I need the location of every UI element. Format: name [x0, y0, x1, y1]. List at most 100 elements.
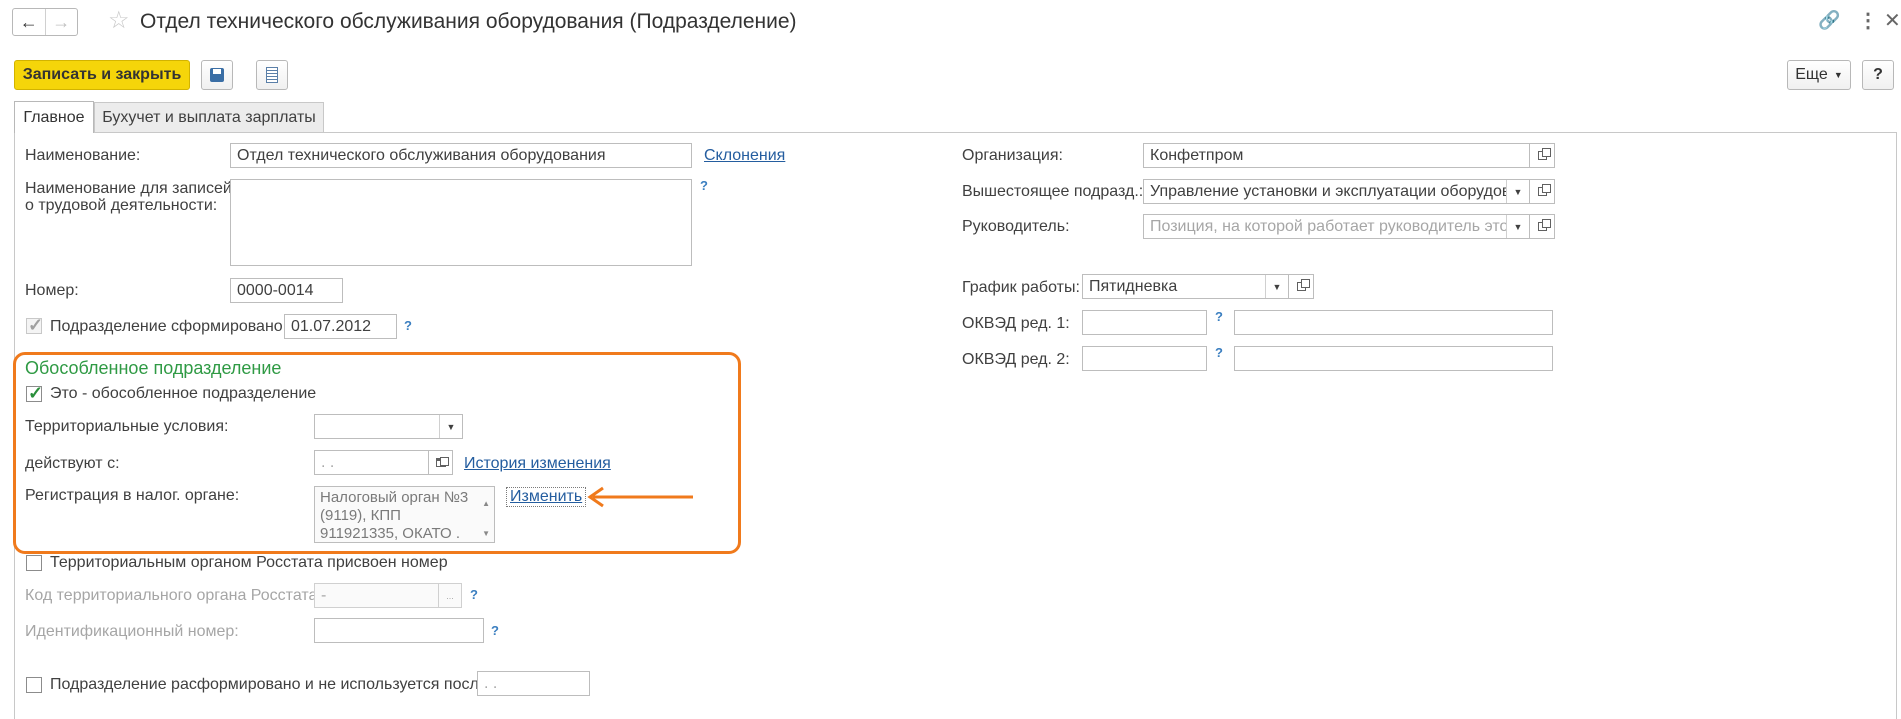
rosstat-assigned-checkbox[interactable] — [26, 555, 42, 571]
forward-arrow-icon[interactable]: → — [46, 9, 78, 35]
head-placeholder: Позиция, на которой работает руководител… — [1150, 218, 1522, 235]
print-document-button[interactable] — [256, 60, 288, 90]
ellipsis-icon: ... — [438, 584, 461, 607]
chevron-down-icon[interactable]: ▼ — [1506, 180, 1529, 203]
nav-buttons: ← → — [12, 8, 78, 36]
parent-unit-select[interactable]: Управление установки и эксплуатации обор… — [1143, 179, 1530, 204]
rosstat-code-label: Код территориального органа Росстата: — [25, 587, 322, 604]
tax-registration-field[interactable]: Налоговый орган №3 (9119), КПП 911921335… — [314, 486, 495, 543]
name-label: Наименование: — [25, 147, 141, 164]
disbanded-date-input[interactable]: . . — [477, 671, 590, 696]
tax-registration-line-2: (9119), КПП — [320, 507, 401, 524]
help-button[interactable]: ? — [1862, 60, 1894, 90]
organization-label: Организация: — [962, 147, 1063, 164]
formed-help-icon[interactable]: ? — [404, 318, 412, 333]
chevron-down-icon[interactable]: ▼ — [1265, 275, 1288, 298]
parent-unit-value: Управление установки и эксплуатации обор… — [1150, 183, 1530, 200]
organization-open-button[interactable] — [1530, 143, 1555, 168]
okved1-name-input[interactable] — [1234, 310, 1553, 335]
scroll-down-icon[interactable]: ▼ — [482, 525, 490, 542]
okved1-code-input[interactable] — [1082, 310, 1207, 335]
close-icon[interactable]: ✕ — [1884, 8, 1901, 33]
disbanded-label: Подразделение расформировано и не исполь… — [50, 676, 488, 693]
calendar-button[interactable] — [428, 450, 453, 475]
tab-main[interactable]: Главное — [14, 101, 94, 133]
is-separate-label: Это - обособленное подразделение — [50, 385, 317, 402]
tax-registration-label: Регистрация в налог. органе: — [25, 487, 240, 504]
arrow-left-icon — [587, 486, 693, 508]
open-window-icon — [1296, 279, 1310, 291]
tax-registration-line-1: Налоговый орган №3 — [320, 489, 469, 506]
identification-number-label: Идентификационный номер: — [25, 623, 239, 640]
number-input[interactable]: 0000-0014 — [230, 278, 343, 303]
more-label: Еще — [1795, 66, 1828, 83]
work-schedule-open-button[interactable] — [1289, 274, 1314, 299]
labor-name-label-line1: Наименование для записей — [25, 180, 232, 197]
name-input[interactable]: Отдел технического обслуживания оборудов… — [230, 143, 692, 168]
more-actions-icon[interactable]: ⋮ — [1858, 8, 1878, 33]
okved2-label: ОКВЭД ред. 2: — [962, 351, 1070, 368]
okved1-label: ОКВЭД ред. 1: — [962, 315, 1070, 332]
okved2-help-icon[interactable]: ? — [1215, 345, 1223, 360]
open-window-icon — [1537, 148, 1551, 160]
territorial-conditions-label: Территориальные условия: — [25, 418, 229, 435]
work-schedule-select[interactable]: Пятидневка ▼ — [1082, 274, 1289, 299]
open-window-icon — [1537, 219, 1551, 231]
chevron-down-icon[interactable]: ▼ — [1506, 215, 1529, 238]
rosstat-code-input: - ... — [314, 583, 462, 608]
back-arrow-icon[interactable]: ← — [13, 9, 46, 35]
valid-from-value: . . — [321, 454, 335, 471]
more-button[interactable]: Еще ▼ — [1787, 60, 1851, 90]
tax-registration-line-3: 911921335, ОКАТО . — [320, 525, 461, 542]
open-window-icon — [1537, 184, 1551, 196]
work-schedule-value: Пятидневка — [1089, 278, 1178, 295]
labor-name-help-icon[interactable]: ? — [700, 178, 708, 193]
okved1-help-icon[interactable]: ? — [1215, 309, 1223, 324]
calendar-icon — [435, 457, 449, 467]
work-schedule-label: График работы: — [962, 279, 1080, 296]
head-select[interactable]: Позиция, на которой работает руководител… — [1143, 214, 1530, 239]
history-link[interactable]: История изменения — [464, 455, 611, 473]
separate-subdivision-title: Обособленное подразделение — [25, 358, 282, 378]
link-icon[interactable]: 🔗 — [1818, 10, 1840, 31]
change-link[interactable]: Изменить — [506, 487, 587, 507]
favorite-star-icon[interactable]: ☆ — [108, 6, 130, 35]
number-label: Номер: — [25, 282, 79, 299]
is-separate-checkbox[interactable] — [26, 383, 43, 404]
tab-main-label: Главное — [23, 108, 85, 126]
identification-number-help-icon[interactable]: ? — [491, 623, 499, 638]
territorial-conditions-select[interactable]: ▼ — [314, 414, 463, 439]
declensions-link[interactable]: Склонения — [704, 147, 785, 165]
chevron-down-icon: ▼ — [1833, 70, 1843, 80]
organization-input[interactable]: Конфетпром — [1143, 143, 1530, 168]
labor-name-label-line2: о трудовой деятельности: — [25, 197, 218, 214]
save-button[interactable] — [201, 60, 233, 90]
save-and-close-label: Записать и закрыть — [22, 66, 182, 83]
head-open-button[interactable] — [1530, 214, 1555, 239]
head-label: Руководитель: — [962, 218, 1070, 235]
formed-date-input[interactable]: 01.07.2012 — [284, 314, 397, 339]
parent-unit-label: Вышестоящее подразд.: — [962, 183, 1144, 200]
okved2-code-input[interactable] — [1082, 346, 1207, 371]
parent-unit-open-button[interactable] — [1530, 179, 1555, 204]
disbanded-checkbox[interactable] — [26, 677, 42, 693]
window-title: Отдел технического обслуживания оборудов… — [140, 10, 797, 33]
tab-accounting-payroll-label: Бухучет и выплата зарплаты — [102, 108, 316, 126]
labor-name-textarea[interactable] — [230, 179, 692, 266]
help-label: ? — [1873, 66, 1883, 83]
tab-accounting-payroll[interactable]: Бухучет и выплата зарплаты — [94, 102, 324, 132]
save-and-close-button[interactable]: Записать и закрыть — [14, 60, 190, 90]
scroll-up-icon[interactable]: ▲ — [482, 495, 490, 513]
rosstat-code-help-icon[interactable]: ? — [470, 587, 478, 602]
chevron-down-icon[interactable]: ▼ — [439, 415, 462, 438]
rosstat-code-value: - — [321, 587, 327, 604]
floppy-disk-icon — [210, 68, 224, 82]
formed-label: Подразделение сформировано — [50, 318, 283, 335]
okved2-name-input[interactable] — [1234, 346, 1553, 371]
valid-from-label: действуют с: — [25, 455, 120, 472]
rosstat-assigned-label: Территориальным органом Росстата присвое… — [50, 554, 448, 571]
identification-number-input[interactable] — [314, 618, 484, 643]
disbanded-date-value: . . — [484, 675, 498, 692]
document-list-icon — [266, 67, 278, 83]
formed-checkbox — [26, 315, 43, 336]
